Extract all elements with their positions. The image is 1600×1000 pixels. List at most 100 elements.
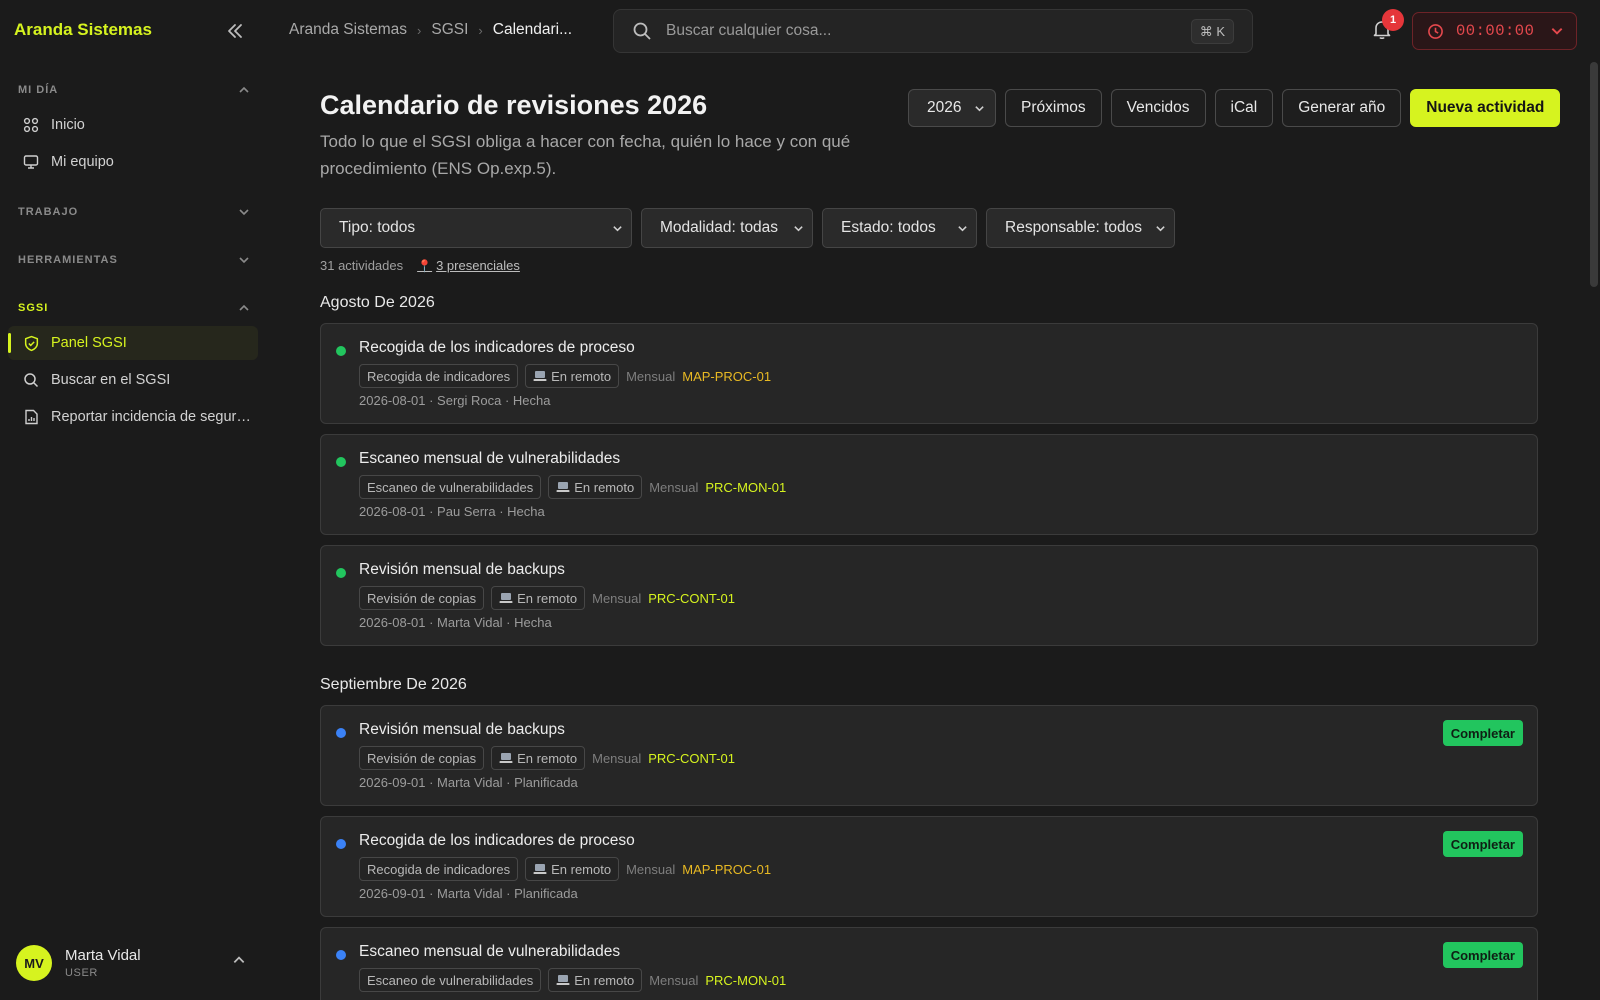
mode-label: En remoto (574, 972, 635, 988)
activity-meta: 2026-08-01 · Pau Serra · Hecha (359, 504, 545, 519)
breadcrumb: Aranda Sistemas › SGSI › Calendari... (289, 21, 572, 39)
brand-name[interactable]: Aranda Sistemas (14, 20, 152, 40)
breadcrumb-item[interactable]: SGSI (431, 21, 468, 39)
type-filter[interactable]: Tipo: todos (320, 208, 632, 248)
mode-label: En remoto (574, 479, 635, 495)
activity-card[interactable]: Escaneo mensual de vulnerabilidades Esca… (320, 434, 1538, 535)
shield-check-icon (22, 334, 40, 352)
section-mi-dia[interactable]: MI DÍA (18, 80, 250, 100)
sidebar-item-reportar-incidencia[interactable]: Reportar incidencia de seguri... (8, 400, 258, 434)
year-select-value: 2026 (927, 99, 962, 116)
activity-card[interactable]: Revisión mensual de backups Revisión de … (320, 705, 1538, 806)
procedure-link[interactable]: MAP-PROC-01 (682, 862, 771, 877)
filters-bar: Tipo: todos Modalidad: todas Estado: tod… (320, 208, 1184, 248)
laptop-icon (533, 863, 547, 875)
chevron-up-icon (239, 304, 249, 311)
section-label: TRABAJO (18, 206, 79, 218)
activity-type-tag: Recogida de indicadores (359, 364, 519, 388)
chevron-right-icon: › (417, 22, 422, 38)
sidebar-item-panel-sgsi[interactable]: Panel SGSI (8, 326, 258, 360)
sidebar-item-inicio[interactable]: Inicio (8, 108, 258, 142)
collapse-sidebar-button[interactable] (222, 18, 248, 44)
year-select[interactable]: 2026 (908, 89, 996, 127)
clock-icon (1428, 23, 1443, 39)
activity-frequency: Mensual (592, 590, 642, 606)
ical-button[interactable]: iCal (1214, 89, 1274, 127)
section-sgsi[interactable]: SGSI (18, 298, 250, 318)
mode-filter-value: Modalidad: todas (660, 219, 779, 236)
laptop-icon (533, 370, 547, 382)
procedure-link[interactable]: PRC-MON-01 (705, 480, 786, 495)
mode-label: En remoto (517, 590, 578, 606)
timer-control[interactable]: 00:00:00 (1412, 12, 1577, 50)
owner-filter[interactable]: Responsable: todos (986, 208, 1175, 248)
user-role: USER (65, 967, 98, 979)
chevron-up-icon (239, 86, 249, 93)
activity-type-tag: Escaneo de vulnerabilidades (359, 968, 542, 992)
activity-card[interactable]: Recogida de los indicadores de proceso R… (320, 323, 1538, 424)
scrollbar[interactable] (1590, 62, 1598, 287)
procedure-link[interactable]: PRC-CONT-01 (648, 591, 735, 606)
onsite-link[interactable]: 📍 3 presenciales (417, 258, 520, 273)
complete-button[interactable]: Completar (1442, 720, 1523, 746)
chevron-down-icon (975, 105, 984, 111)
activity-card[interactable]: Recogida de los indicadores de proceso R… (320, 816, 1538, 917)
sidebar-item-label: Mi equipo (51, 154, 114, 170)
activity-card[interactable]: Revisión mensual de backups Revisión de … (320, 545, 1538, 646)
chevron-up-icon (233, 956, 245, 963)
section-trabajo[interactable]: TRABAJO (18, 202, 250, 222)
activity-title: Recogida de los indicadores de proceso (359, 339, 635, 356)
activity-frequency: Mensual (649, 972, 699, 988)
laptop-icon (556, 481, 570, 493)
complete-button[interactable]: Completar (1442, 831, 1523, 857)
procedure-link[interactable]: MAP-PROC-01 (682, 369, 771, 384)
activity-mode-tag: En remoto (525, 857, 620, 881)
sidebar-item-label: Buscar en el SGSI (51, 372, 171, 388)
generate-year-button[interactable]: Generar año (1282, 89, 1402, 127)
new-activity-button[interactable]: Nueva actividad (1410, 89, 1561, 127)
chevrons-left-icon (228, 24, 242, 38)
upcoming-button[interactable]: Próximos (1005, 89, 1102, 127)
overdue-button[interactable]: Vencidos (1110, 89, 1206, 127)
search-input[interactable] (666, 22, 1166, 40)
chevron-down-icon (958, 225, 967, 231)
state-filter[interactable]: Estado: todos (822, 208, 977, 248)
activity-count: 31 actividades (320, 258, 404, 273)
sidebar-item-buscar-sgsi[interactable]: Buscar en el SGSI (8, 363, 258, 397)
mode-filter[interactable]: Modalidad: todas (641, 208, 813, 248)
procedure-link[interactable]: PRC-CONT-01 (648, 751, 735, 766)
global-search[interactable]: ⌘ K (613, 9, 1253, 53)
chevron-down-icon (794, 225, 803, 231)
laptop-icon (499, 592, 513, 604)
chevron-down-icon (1156, 225, 1165, 231)
activity-meta: 2026-09-01 · Marta Vidal · Planificada (359, 775, 578, 790)
search-icon (633, 22, 651, 40)
laptop-icon (499, 752, 513, 764)
breadcrumb-item[interactable]: Aranda Sistemas (289, 21, 407, 39)
activity-mode-tag: En remoto (548, 475, 643, 499)
activity-mode-tag: En remoto (491, 746, 586, 770)
sidebar-item-mi-equipo[interactable]: Mi equipo (8, 145, 258, 179)
section-herramientas[interactable]: HERRAMIENTAS (18, 250, 250, 270)
activity-meta: 2026-08-01 · Sergi Roca · Hecha (359, 393, 551, 408)
report-icon (22, 408, 40, 426)
activity-summary: 31 actividades 📍 3 presenciales (320, 258, 520, 273)
avatar: MV (16, 945, 52, 981)
month-heading: Septiembre De 2026 (320, 676, 467, 693)
complete-button[interactable]: Completar (1442, 942, 1523, 968)
chevron-down-icon (239, 209, 249, 216)
activity-card[interactable]: Escaneo mensual de vulnerabilidades Esca… (320, 927, 1538, 1000)
section-label: SGSI (18, 302, 49, 314)
section-label: MI DÍA (18, 84, 59, 96)
procedure-link[interactable]: PRC-MON-01 (705, 973, 786, 988)
user-menu[interactable]: MV Marta Vidal USER (16, 943, 252, 983)
sidebar-item-label: Reportar incidencia de seguri... (51, 409, 251, 425)
activity-mode-tag: En remoto (548, 968, 643, 992)
status-dot (336, 346, 346, 356)
search-icon (22, 371, 40, 389)
status-dot (336, 457, 346, 467)
monitor-icon (22, 153, 40, 171)
user-name: Marta Vidal (65, 947, 141, 964)
mode-label: En remoto (551, 368, 612, 384)
activity-mode-tag: En remoto (491, 586, 586, 610)
